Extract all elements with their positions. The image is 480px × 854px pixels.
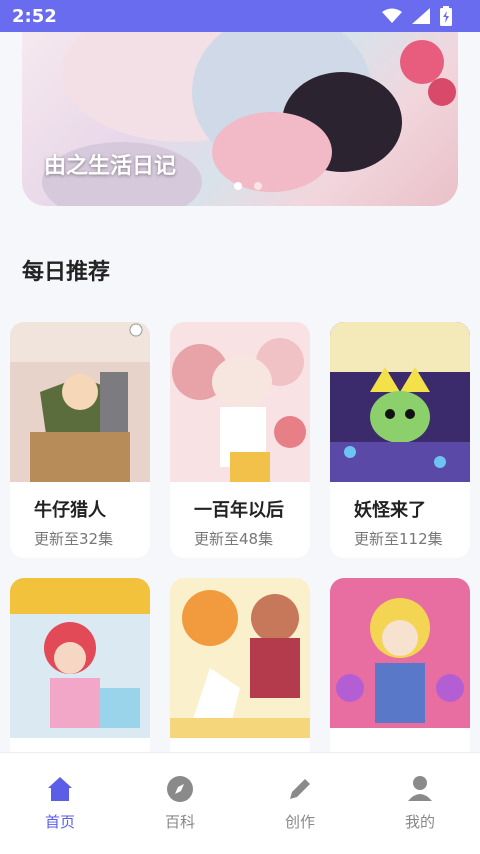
comic-cover: [330, 578, 470, 738]
comic-title: 牛仔猎人: [34, 500, 106, 521]
section-title: 每日推荐: [22, 260, 111, 285]
nav-home[interactable]: 首页: [0, 753, 120, 854]
comic-cover: [170, 322, 310, 482]
banner-carousel[interactable]: 由之生活日记: [22, 32, 458, 206]
banner-title: 由之生活日记: [44, 154, 177, 179]
comic-update: 更新至112集: [354, 530, 443, 548]
carousel-indicator: [234, 182, 262, 190]
pencil-icon: [284, 773, 316, 805]
comic-update: 更新至32集: [34, 530, 114, 548]
comic-cover: [330, 322, 470, 482]
nav-label: 百科: [164, 813, 195, 831]
nav-label: 我的: [404, 813, 435, 831]
comic-cover: [10, 322, 150, 482]
bottom-navigation: 首页 百科 创作 我的: [0, 752, 480, 854]
comic-card[interactable]: 牛仔猎人 更新至32集: [10, 322, 150, 558]
comic-cover: [10, 578, 150, 738]
nav-encyclopedia[interactable]: 百科: [120, 753, 240, 854]
nav-label: 创作: [284, 813, 315, 831]
status-time: 2:52: [12, 5, 57, 27]
nav-label: 首页: [44, 813, 75, 831]
signal-icon: [412, 8, 430, 28]
carousel-dot[interactable]: [254, 182, 262, 190]
comic-update: 更新至48集: [194, 530, 274, 548]
compass-icon: [164, 773, 196, 805]
comic-card[interactable]: 一百年以后 更新至48集: [170, 322, 310, 558]
nav-profile[interactable]: 我的: [360, 753, 480, 854]
comic-title: 妖怪来了: [354, 500, 426, 521]
nav-create[interactable]: 创作: [240, 753, 360, 854]
status-bar: 2:52: [0, 0, 480, 32]
comic-cover: [170, 578, 310, 738]
comic-title: 一百年以后: [194, 500, 284, 521]
home-icon: [44, 773, 76, 805]
comic-card[interactable]: 妖怪来了 更新至112集: [330, 322, 470, 558]
wifi-icon: [382, 8, 402, 28]
carousel-dot[interactable]: [234, 182, 242, 190]
battery-icon: [440, 6, 452, 30]
user-icon: [404, 773, 436, 805]
